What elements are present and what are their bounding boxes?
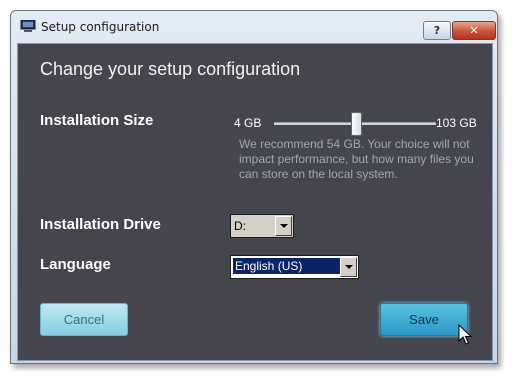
installation-drive-select[interactable]: D: xyxy=(230,214,294,238)
setup-dialog-window: Setup configuration ? ✕ Change your setu… xyxy=(10,10,498,364)
installation-size-hint: We recommend 54 GB. Your choice will not… xyxy=(239,137,474,181)
page-title: Change your setup configuration xyxy=(40,59,301,79)
help-button[interactable]: ? xyxy=(423,21,451,40)
installation-size-slider-thumb[interactable] xyxy=(350,112,362,136)
close-button[interactable]: ✕ xyxy=(452,21,496,40)
monitor-icon xyxy=(20,20,36,32)
dropdown-arrow-icon[interactable] xyxy=(340,257,357,277)
cancel-button[interactable]: Cancel xyxy=(40,303,128,336)
language-value: English (US) xyxy=(233,258,343,274)
dialog-content: Change your setup configuration Installa… xyxy=(17,43,493,361)
language-label: Language xyxy=(40,256,111,273)
mouse-cursor-icon xyxy=(458,324,472,345)
save-button[interactable]: Save xyxy=(380,303,468,336)
slider-max-label: 103 GB xyxy=(436,116,477,130)
installation-drive-label: Installation Drive xyxy=(40,216,161,233)
slider-min-label: 4 GB xyxy=(234,116,262,130)
installation-drive-value: D: xyxy=(234,219,246,233)
window-title: Setup configuration xyxy=(41,20,160,34)
installation-size-label: Installation Size xyxy=(40,112,154,129)
language-select[interactable]: English (US) xyxy=(230,255,359,279)
dropdown-arrow-icon[interactable] xyxy=(275,216,292,236)
title-bar[interactable]: Setup configuration ? ✕ xyxy=(11,11,497,41)
